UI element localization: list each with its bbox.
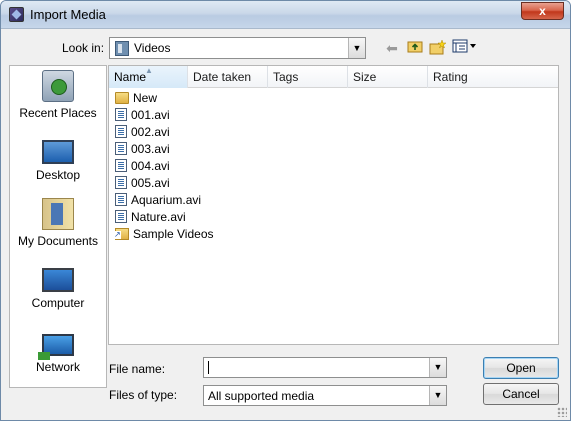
title-bar[interactable]: Import Media x [1, 1, 570, 29]
video-file-icon [115, 193, 127, 207]
chevron-down-icon[interactable]: ▼ [429, 358, 446, 377]
video-file-icon [115, 125, 127, 139]
file-name: New [133, 91, 158, 105]
look-in-label: Look in: [62, 41, 105, 55]
place-label: Desktop [35, 168, 81, 182]
import-media-dialog: Import Media x Look in: Videos ▼ ⬅ Recen… [0, 0, 571, 421]
place-my-documents[interactable]: My Documents [10, 198, 106, 248]
list-item[interactable]: 005.avi [115, 175, 170, 192]
shortcut-folder-icon [114, 227, 129, 240]
text-caret [208, 361, 209, 374]
view-menu-icon[interactable] [452, 39, 478, 57]
up-folder-icon[interactable] [406, 39, 424, 57]
column-name[interactable]: ▲ Name [109, 66, 188, 88]
file-name-input[interactable]: ▼ [203, 357, 447, 378]
list-item[interactable]: Aquarium.avi [115, 192, 201, 209]
place-computer[interactable]: Computer [10, 266, 106, 310]
video-file-icon [115, 108, 127, 122]
video-file-icon [115, 159, 127, 173]
place-label: Network [35, 360, 80, 374]
look-in-dropdown[interactable]: Videos ▼ [109, 37, 366, 59]
files-of-type-value: All supported media [208, 389, 315, 403]
computer-icon [42, 268, 74, 292]
list-item[interactable]: New [115, 90, 157, 107]
column-date-taken[interactable]: Date taken [188, 66, 268, 88]
folder-icon [115, 91, 129, 104]
column-tags[interactable]: Tags [268, 66, 348, 88]
file-name: Nature.avi [131, 210, 186, 224]
file-name-label: File name: [109, 362, 166, 376]
open-button[interactable]: Open [483, 357, 559, 379]
list-item[interactable]: 001.avi [115, 107, 170, 124]
column-label: Name [114, 70, 147, 84]
back-icon[interactable]: ⬅ [384, 39, 400, 57]
new-folder-icon[interactable] [429, 39, 447, 57]
recent-places-icon [42, 70, 74, 102]
column-header-row: ▲ Name Date taken Tags Size Rating [109, 66, 558, 88]
my-documents-icon [42, 198, 74, 230]
column-label: Rating [433, 70, 468, 84]
column-size[interactable]: Size [348, 66, 428, 88]
list-item[interactable]: 004.avi [115, 158, 170, 175]
column-rating[interactable]: Rating [428, 66, 558, 88]
place-label: Recent Places [19, 106, 97, 120]
file-name: 005.avi [131, 176, 170, 190]
chevron-down-icon[interactable]: ▼ [429, 386, 446, 405]
place-network[interactable]: Network [10, 332, 106, 374]
place-label: Computer [31, 296, 85, 310]
file-name: Sample Videos [133, 227, 214, 241]
file-name: 004.avi [131, 159, 170, 173]
place-label: My Documents [17, 234, 99, 248]
file-name: Aquarium.avi [131, 193, 202, 207]
files-of-type-label: Files of type: [109, 388, 178, 402]
place-desktop[interactable]: Desktop [10, 136, 106, 182]
sort-ascending-icon: ▲ [145, 66, 153, 75]
column-label: Size [353, 70, 377, 84]
file-name: 001.avi [131, 108, 170, 122]
list-item[interactable]: 002.avi [115, 124, 170, 141]
video-file-icon [115, 210, 127, 224]
place-recent-places[interactable]: Recent Places [10, 70, 106, 120]
file-list[interactable]: ▲ Name Date taken Tags Size Rating New 0… [108, 65, 559, 345]
column-label: Tags [273, 70, 299, 84]
file-name: 002.avi [131, 125, 170, 139]
list-item[interactable]: Nature.avi [115, 209, 186, 226]
list-item[interactable]: 003.avi [115, 141, 170, 158]
look-in-value: Videos [134, 41, 171, 55]
desktop-icon [42, 140, 74, 164]
window-title: Import Media [30, 7, 106, 22]
column-label: Date taken [193, 70, 252, 84]
app-icon [9, 7, 24, 22]
video-file-icon [115, 142, 127, 156]
cancel-button[interactable]: Cancel [483, 383, 559, 405]
video-file-icon [115, 176, 127, 190]
close-button[interactable]: x [521, 2, 564, 20]
videos-folder-icon [115, 41, 129, 56]
file-name: 003.avi [131, 142, 170, 156]
places-bar: Recent Places Desktop My Documents Compu… [9, 65, 107, 388]
resize-grip[interactable] [557, 407, 567, 417]
network-icon [38, 334, 74, 360]
chevron-down-icon[interactable]: ▼ [348, 38, 365, 58]
list-item[interactable]: Sample Videos [114, 226, 214, 243]
files-of-type-dropdown[interactable]: All supported media ▼ [203, 385, 447, 406]
